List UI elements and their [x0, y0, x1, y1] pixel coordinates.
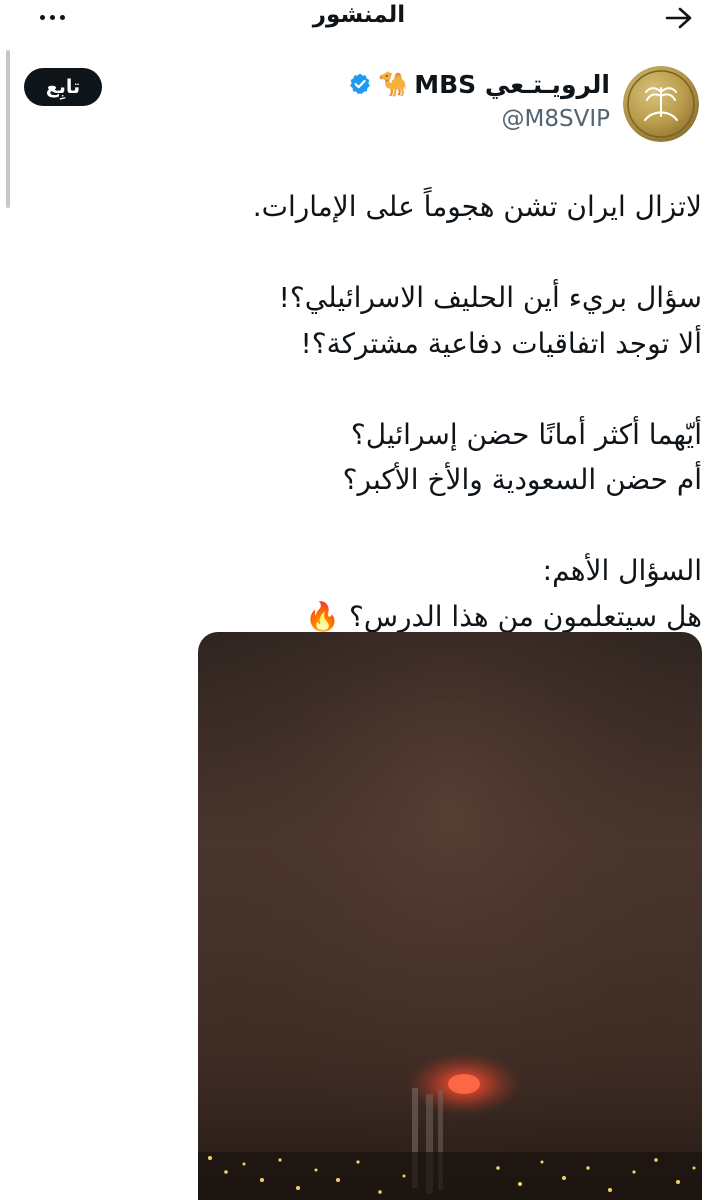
top-bar: المنشور — [0, 0, 718, 36]
author-name: الرويـتـعي MBS — [414, 69, 610, 99]
back-arrow-icon[interactable] — [662, 4, 696, 32]
tweet-line: ألا توجد اتفاقيات دفاعية مشتركة؟! — [300, 326, 702, 360]
tweet-media-image[interactable] — [198, 632, 702, 1200]
more-dot — [59, 14, 65, 20]
verified-badge-icon — [348, 72, 372, 96]
author-handle[interactable]: @M8SVIP — [502, 106, 610, 132]
tweet-line: سؤال بريء أين الحليف الاسرائيلي؟! — [278, 281, 702, 314]
camel-emoji: 🐪 — [378, 70, 409, 98]
more-dot — [49, 14, 55, 20]
author-name-row[interactable]: الرويـتـعي MBS 🐪 — [348, 64, 610, 104]
post-page: المنشور الرويـتـعي MBS 🐪 @M8SVIP تابِع ل… — [0, 0, 718, 1200]
more-options-icon[interactable] — [34, 6, 70, 28]
tweet-text: لاتزال ايران تشن هجوماً على الإمارات. سؤ… — [12, 184, 702, 639]
tweet-line: السؤال الأهم: — [542, 554, 702, 587]
tweet-line: لاتزال ايران تشن هجوماً على الإمارات. — [252, 190, 702, 223]
more-dot — [39, 14, 45, 20]
avatar[interactable] — [623, 66, 699, 142]
tweet-line: أم حضن السعودية والأخ الأكبر؟ — [342, 463, 702, 496]
scroll-indicator — [6, 50, 10, 208]
follow-button[interactable]: تابِع — [24, 68, 102, 106]
page-title: المنشور — [312, 2, 406, 28]
tweet-line: أيّهما أكثر أمانًا حضن إسرائيل؟ — [350, 417, 702, 451]
